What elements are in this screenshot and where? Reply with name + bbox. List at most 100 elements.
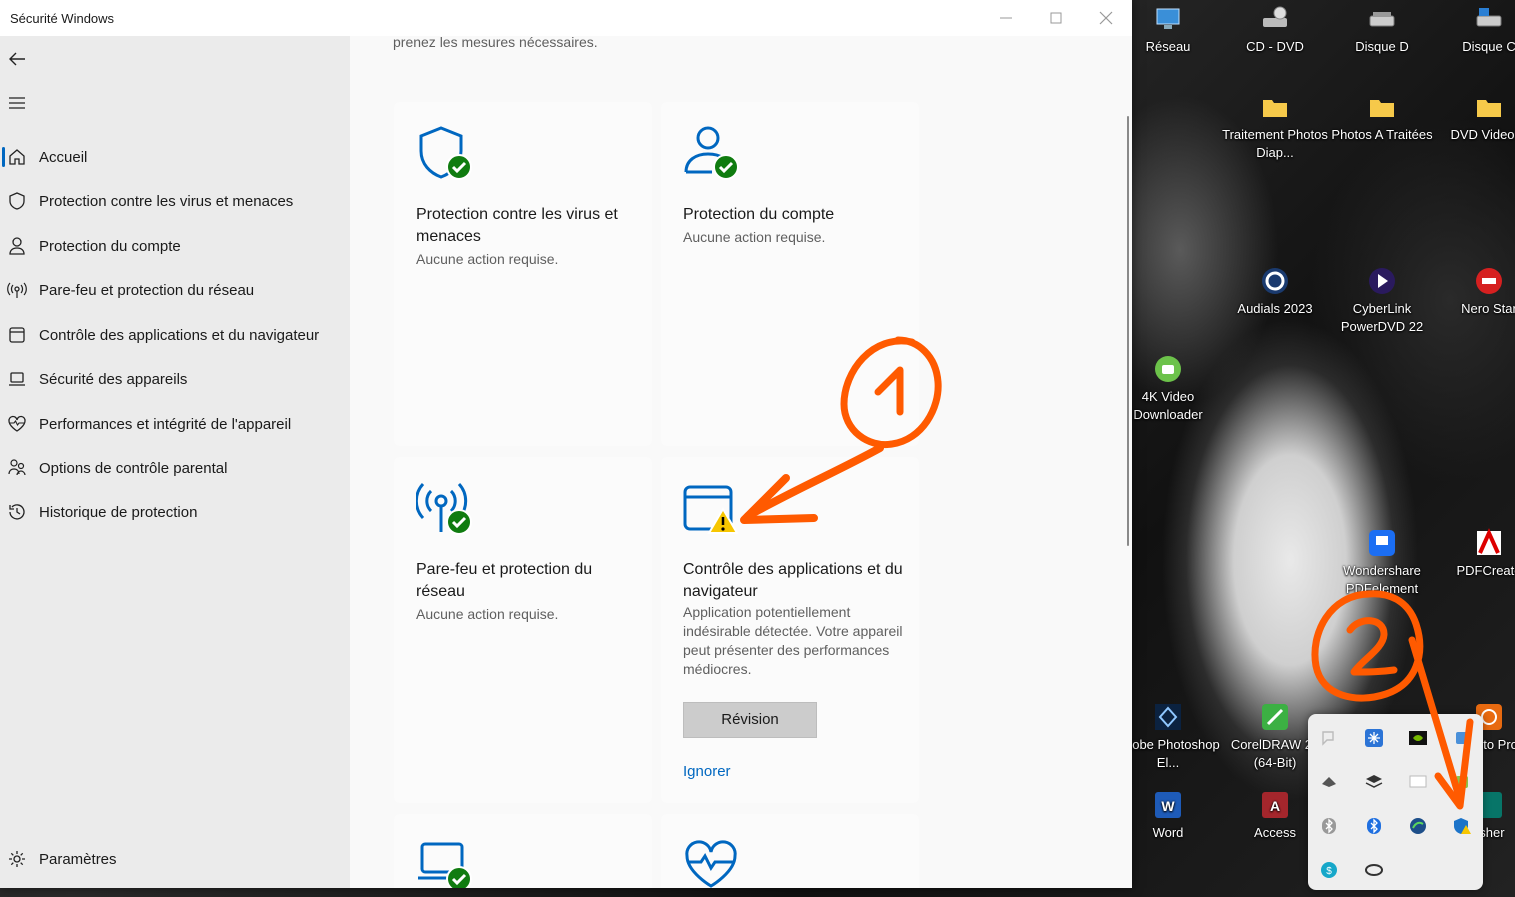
network-icon (1156, 8, 1180, 29)
sidebar-item-label: Accueil (39, 148, 88, 166)
desktop-icon-photos-a-traitees[interactable]: Photos A Traitées (1328, 92, 1436, 144)
sidebar-item-parental[interactable]: Options de contrôle parental (0, 448, 350, 488)
drive-icon (1369, 12, 1395, 27)
ignore-link[interactable]: Ignorer (683, 763, 731, 780)
title-bar: Sécurité Windows (0, 0, 1132, 36)
sidebar-item-applications[interactable]: Contrôle des applications et du navigate… (0, 315, 350, 355)
family-icon (8, 459, 26, 476)
card-title: Protection du compte (683, 206, 835, 223)
coreldraw-icon (1262, 704, 1288, 730)
word-icon: W (1155, 792, 1181, 818)
sync-icon[interactable] (1319, 772, 1339, 792)
folder-icon (1263, 100, 1287, 117)
pdfcreator-icon (1477, 528, 1501, 555)
display-icon[interactable] (1408, 772, 1428, 792)
app-window-icon (9, 327, 25, 343)
svg-text:A: A (1270, 798, 1280, 814)
sidebar-item-label: Protection contre les virus et menaces (39, 192, 294, 210)
audials-icon (1262, 268, 1288, 294)
sidebar-item-historique[interactable]: Historique de protection (0, 492, 350, 532)
card-title: Contrôle des applications et du navigate… (683, 561, 903, 600)
drive-icon (1476, 8, 1502, 27)
notification-icon[interactable] (1319, 728, 1339, 748)
layers-icon[interactable] (1364, 772, 1384, 792)
laptop-check-icon (418, 842, 472, 888)
sidebar-item-label: Paramètres (39, 850, 117, 868)
card-status: Aucune action requise. (416, 251, 559, 267)
history-icon (9, 504, 25, 520)
desktop-icon-pdfcreator[interactable]: PDFCreato (1435, 528, 1515, 580)
bluetooth-gray-icon[interactable] (1319, 816, 1339, 836)
sidebar-item-accueil[interactable]: Accueil (0, 137, 350, 177)
sidebar-item-label: Protection du compte (39, 237, 181, 255)
windows-security-warning-icon[interactable] (1452, 816, 1472, 836)
card-status: Application potentiellement indésirable … (683, 604, 903, 677)
main-content: prenez les mesures nécessaires. Protecti… (350, 36, 1132, 888)
nero-icon (1476, 268, 1502, 294)
svg-text:W: W (1161, 798, 1175, 814)
desktop-icon-powerdvd[interactable]: CyberLink PowerDVD 22 (1328, 266, 1436, 336)
app-window-warning-icon (683, 485, 739, 534)
antenna-check-icon (416, 482, 472, 535)
access-icon: A (1262, 792, 1288, 818)
card-device-security[interactable] (394, 814, 652, 888)
sidebar-item-appareils[interactable]: Sécurité des appareils (0, 359, 350, 399)
photoshop-elements-icon (1155, 704, 1181, 730)
sidebar-item-label: Sécurité des appareils (39, 370, 188, 388)
back-arrow-icon[interactable] (7, 49, 27, 69)
close-icon[interactable] (1096, 8, 1116, 28)
card-status: Aucune action requise. (416, 606, 559, 622)
minimize-icon[interactable] (996, 8, 1016, 28)
nvidia-icon[interactable] (1408, 728, 1428, 748)
sidebar-item-virus[interactable]: Protection contre les virus et menaces (0, 181, 350, 221)
tray-overflow-panel: $ (1308, 714, 1483, 890)
card-virus-protection[interactable]: Protection contre les virus et menaces A… (394, 102, 652, 446)
desktop-icon-traitement[interactable]: Traitement Photos Diap... (1221, 92, 1329, 162)
window-title: Sécurité Windows (10, 11, 115, 26)
desktop-icon-cd-dvd[interactable]: CD - DVD (1221, 4, 1329, 56)
antenna-icon (7, 282, 27, 298)
card-device-performance[interactable] (661, 814, 919, 888)
intro-text: prenez les mesures nécessaires. (393, 36, 598, 50)
desktop-icon-dvd-video[interactable]: DVD Video H (1435, 92, 1515, 144)
4k-downloader-icon (1155, 356, 1181, 382)
sidebar-item-label: Pare-feu et protection du réseau (39, 281, 255, 299)
maximize-icon[interactable] (1046, 8, 1066, 28)
desktop-icon-disque-c[interactable]: Disque C (1435, 4, 1515, 56)
shield-check-icon (419, 126, 472, 180)
heart-pulse-icon (685, 840, 737, 888)
card-account-protection[interactable]: Protection du compte Aucune action requi… (661, 102, 919, 446)
scrollbar[interactable] (1127, 116, 1129, 546)
card-status: Aucune action requise. (683, 229, 826, 245)
sidebar-item-parametres[interactable]: Paramètres (0, 839, 350, 879)
tray-app-icon[interactable] (1452, 728, 1472, 748)
creative-cloud-icon[interactable] (1364, 860, 1384, 880)
desktop-icon-pdfelement[interactable]: Wondershare PDFelement (1328, 528, 1436, 598)
card-app-browser-control[interactable]: Contrôle des applications et du navigate… (661, 457, 919, 803)
card-title: Protection contre les virus et menaces (416, 206, 618, 245)
sidebar-item-performances[interactable]: Performances et intégrité de l'appareil (0, 404, 350, 444)
sidebar-item-compte[interactable]: Protection du compte (0, 226, 350, 266)
desktop-icon-disque-d[interactable]: Disque D (1328, 4, 1436, 56)
card-title: Pare-feu et protection du réseau (416, 561, 593, 600)
bluetooth-icon[interactable] (1364, 816, 1384, 836)
heart-icon (8, 415, 26, 432)
vpn-icon[interactable] (1408, 816, 1428, 836)
tray-app-icon[interactable] (1452, 772, 1472, 792)
dropbox-like-icon[interactable]: $ (1319, 860, 1339, 880)
pdfelement-icon (1369, 530, 1395, 556)
sidebar-item-label: Contrôle des applications et du navigate… (39, 326, 320, 344)
card-firewall[interactable]: Pare-feu et protection du réseau Aucune … (394, 457, 652, 803)
desktop-icon-nero[interactable]: Nero Star (1435, 266, 1515, 318)
account-check-icon (684, 126, 739, 180)
folder-icon (1370, 100, 1394, 117)
shield-icon (9, 192, 25, 210)
desktop-icon-audials[interactable]: Audials 2023 (1221, 266, 1329, 318)
folder-icon (1477, 100, 1501, 117)
sidebar-item-pare-feu[interactable]: Pare-feu et protection du réseau (0, 270, 350, 310)
hamburger-menu-icon[interactable] (7, 93, 27, 113)
sidebar: Accueil Protection contre les virus et m… (0, 36, 350, 888)
sidebar-item-label: Options de contrôle parental (39, 459, 228, 477)
snowflake-icon[interactable] (1364, 728, 1384, 748)
review-button[interactable]: Révision (683, 702, 817, 738)
